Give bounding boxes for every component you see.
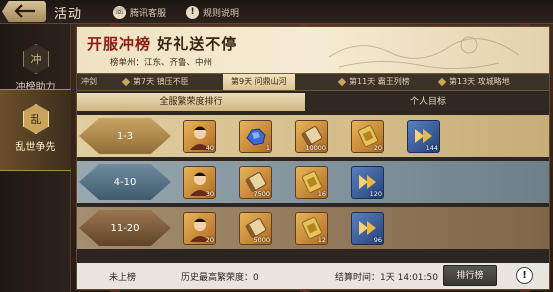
diamond-icon [437,77,447,86]
boost-badge-icon: 冲 [23,44,49,74]
top-bar: 活动 ☏ 腾讯客服 ! 规则说明 [0,0,553,24]
history-prosperity: 历史最高繁荣度：0 [181,273,259,283]
stage-label: 第7天 镇压不臣 [133,77,189,86]
item-count: 144 [425,144,438,152]
item-count: 16 [317,190,326,198]
settlement-countdown: 结算时间：1天 14:01:50 [335,273,439,283]
event-banner: 开服冲榜 好礼送不停 榜单州：江东、齐鲁、中州 [77,27,549,73]
speedup-arrow-icon[interactable]: 96 [351,212,384,245]
rank-range: 1-3 [79,118,171,154]
map-decoration-icon [328,36,520,70]
diamond-icon [121,77,131,86]
reward-tier-row: 4-10 30 7500 16 120 [77,161,549,203]
reward-tier-row: 11-20 20 5000 12 96 [77,207,549,249]
stage-label: 第9天 问鼎山河 [231,77,287,86]
customer-service-link[interactable]: ☏ 腾讯客服 [113,4,166,20]
stage-tab[interactable]: 第11天 霸王列榜 [337,74,410,90]
item-count: 12 [317,236,326,244]
item-count: 20 [373,144,382,152]
reward-tier-row: 1-3 40 1 10000 20 144 [77,115,549,157]
chaos-badge-icon: 乱 [23,104,49,134]
stage-label: 第11天 霸王列榜 [349,77,410,86]
golden-token-icon[interactable]: 20 [351,120,384,153]
sidebar: 冲 冲榜助力 乱 乱世争先 [0,24,71,292]
speedup-arrow-icon[interactable]: 120 [351,166,384,199]
stage-tab-active[interactable]: 第9天 问鼎山河 [223,74,295,90]
general-portrait-icon[interactable]: 30 [183,166,216,199]
rules-label: 规则说明 [203,8,240,19]
page-title: 活动 [54,7,83,22]
headset-icon: ☏ [113,5,126,19]
rules-link[interactable]: ! 规则说明 [186,4,239,20]
blue-ore-icon[interactable]: 1 [239,120,272,153]
stage-tab[interactable]: 第13天 攻城略地 [437,74,510,90]
item-count: 10000 [305,144,326,152]
stage-tab[interactable]: 第7天 镇压不臣 [121,74,189,90]
main-panel: 开服冲榜 好礼送不停 榜单州：江东、齐鲁、中州 冲剑 第7天 镇压不臣 第9天 … [76,26,550,290]
item-count: 20 [205,236,214,244]
scroll-icon[interactable]: 5000 [239,212,272,245]
customer-service-label: 腾讯客服 [130,8,167,19]
ranking-tabs: 全服繁荣度排行 个人目标 [77,93,549,111]
item-count: 96 [373,236,382,244]
tab-personal-goal[interactable]: 个人目标 [307,93,549,111]
golden-token-icon[interactable]: 16 [295,166,328,199]
stage-label: 冲剑 [81,77,97,86]
item-count: 1 [265,144,270,152]
back-arrow-icon [14,4,35,18]
banner-title-part: 好礼送不停 [157,35,238,53]
status-bar: 未上榜 历史最高繁荣度：0 结算时间：1天 14:01:50 排行榜 ! [77,263,549,289]
item-count: 120 [369,190,382,198]
scroll-icon[interactable]: 7500 [239,166,272,199]
tab-server-ranking[interactable]: 全服繁荣度排行 [77,93,305,111]
back-button[interactable] [2,1,46,22]
banner-subtitle: 榜单州：江东、齐鲁、中州 [110,58,213,68]
speedup-arrow-icon[interactable]: 144 [407,120,440,153]
help-icon[interactable]: ! [516,267,533,284]
item-count: 7500 [253,190,270,198]
general-portrait-icon[interactable]: 40 [183,120,216,153]
stage-label: 第13天 攻城略地 [449,77,510,86]
leaderboard-button[interactable]: 排行榜 [443,265,497,286]
general-portrait-icon[interactable]: 20 [183,212,216,245]
item-count: 5000 [253,236,270,244]
item-count: 30 [205,190,214,198]
stage-tabs: 冲剑 第7天 镇压不臣 第9天 问鼎山河 第11天 霸王列榜 第13天 攻城略地 [77,73,549,91]
banner-title-part: 开服冲榜 [87,35,152,53]
item-count: 40 [205,144,214,152]
stage-tab[interactable]: 冲剑 [81,74,97,90]
rank-range: 11-20 [79,210,171,246]
rank-range: 4-10 [79,164,171,200]
info-icon: ! [186,5,199,19]
scroll-icon[interactable]: 10000 [295,120,328,153]
sidebar-item-chaos-race[interactable]: 乱 乱世争先 [0,89,71,171]
golden-token-icon[interactable]: 12 [295,212,328,245]
sidebar-item-label: 乱世争先 [15,142,56,153]
diamond-icon [337,77,347,86]
banner-title: 开服冲榜 好礼送不停 [87,33,237,54]
rank-status: 未上榜 [109,273,137,283]
